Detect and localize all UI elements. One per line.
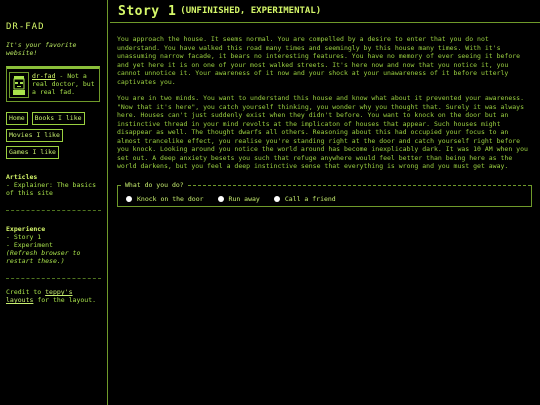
nav-button-movies[interactable]: Movies I like (6, 129, 63, 142)
experience-heading: Experience (6, 225, 46, 233)
choice-fieldset: What do you do? Knock on the door Run aw… (117, 180, 532, 207)
avatar-face-icon (13, 76, 25, 95)
profile-card: dr-fad - Not a real doctor, but a real f… (6, 66, 100, 102)
credit-prefix: Credit to (6, 288, 46, 296)
divider (6, 278, 101, 279)
articles-heading: Articles (6, 173, 38, 181)
choice-question: What do you do? (123, 180, 186, 189)
story-subtitle: (UNFINISHED, EXPERIMENTAL) (180, 6, 322, 16)
story-paragraph: You approach the house. It seems normal.… (117, 35, 521, 86)
avatar (9, 72, 29, 98)
experience-link-story-1[interactable]: - Story 1 (6, 233, 101, 241)
credit-text: Credit to teppy's layouts for the layout… (6, 288, 101, 304)
divider (6, 210, 101, 211)
article-link-explainer[interactable]: - Explainer: The basics of this site (6, 181, 101, 197)
experience-list: - Story 1 - Experiment (Refresh browser … (6, 233, 101, 265)
option-label: Knock on the door (137, 194, 204, 203)
nav-buttons: Home Books I like Movies I like Games I … (6, 108, 101, 159)
experience-link-experiment[interactable]: - Experiment (6, 241, 101, 249)
story-paragraph: You are in two minds. You want to unders… (117, 94, 528, 170)
option-knock[interactable]: Knock on the door (126, 195, 204, 203)
profile-text: dr-fad - Not a real doctor, but a real f… (32, 72, 97, 96)
main-content: Story 1 (UNFINISHED, EXPERIMENTAL) You a… (110, 0, 540, 405)
credit-suffix: for the layout. (33, 296, 97, 304)
articles-list: - Explainer: The basics of this site (6, 181, 101, 197)
option-call-friend[interactable]: Call a friend (273, 194, 336, 203)
option-label: Call a friend (284, 194, 336, 203)
sidebar: DR-FAD It's your favorite website! dr-fa… (0, 0, 108, 405)
radio-button[interactable] (273, 195, 280, 202)
site-tagline: It's your favorite website! (6, 41, 77, 57)
site-title: DR-FAD (6, 22, 45, 32)
radio-button[interactable] (217, 195, 224, 202)
experience-note: (Refresh browser to restart these.) (6, 249, 81, 265)
story-header: Story 1 (UNFINISHED, EXPERIMENTAL) (110, 0, 540, 23)
story-title: Story 1 (118, 3, 177, 19)
option-label: Run away (228, 194, 260, 203)
profile-name-link[interactable]: dr-fad (32, 72, 55, 80)
option-run-away[interactable]: Run away (217, 194, 260, 203)
nav-button-games[interactable]: Games I like (6, 146, 59, 159)
radio-button[interactable] (126, 195, 132, 202)
choice-options: Knock on the door Run away Call a friend (126, 195, 336, 203)
nav-button-books[interactable]: Books I like (31, 112, 85, 125)
nav-button-home[interactable]: Home (6, 112, 28, 125)
story-body: You approach the house. It seems normal.… (110, 23, 540, 171)
